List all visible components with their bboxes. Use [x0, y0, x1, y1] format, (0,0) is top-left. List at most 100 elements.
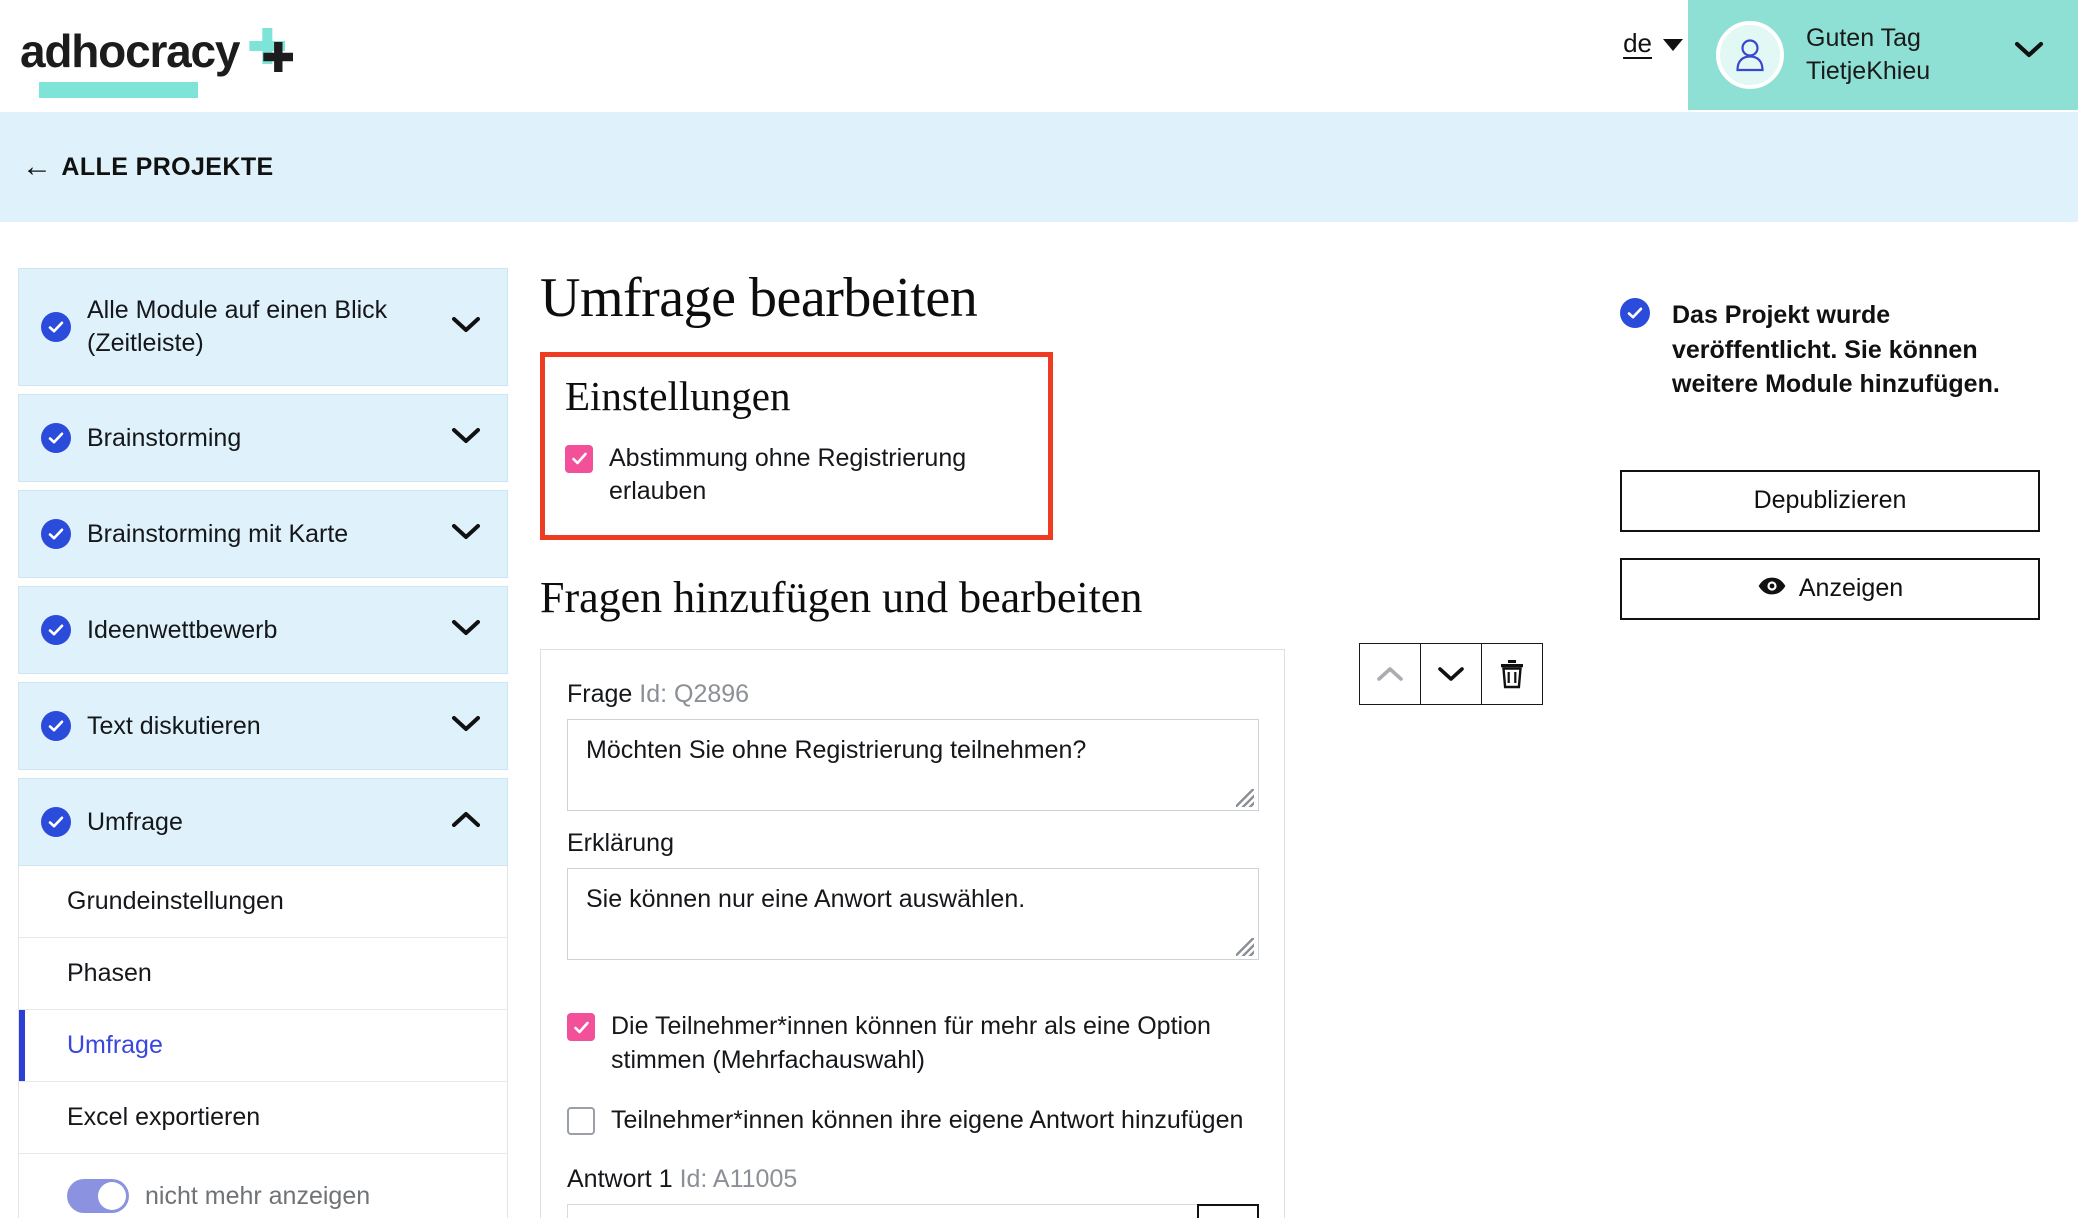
view-label: Anzeigen: [1798, 574, 1904, 602]
check-circle-icon: [1620, 298, 1650, 328]
sidebar-item-ideenwettbewerb[interactable]: Ideenwettbewerb: [18, 586, 508, 674]
sidebar-item-label: Alle Module auf einen Blick (Zeitleiste): [87, 296, 388, 357]
explanation-field-label: Erklärung: [567, 829, 1258, 858]
main-content: Umfrage bearbeiten Einstellungen Abstimm…: [540, 267, 1300, 1218]
answer1-label: Antwort 1: [567, 1165, 673, 1194]
chevron-down-icon: [1663, 39, 1683, 51]
sidebar-item-brainstorming[interactable]: Brainstorming: [18, 394, 508, 482]
sidebar-subitem-label: Umfrage: [67, 1031, 163, 1059]
chevron-down-icon: [1438, 667, 1464, 681]
hide-hint-label: nicht mehr anzeigen: [145, 1181, 371, 1210]
question-textarea[interactable]: Möchten Sie ohne Registrierung teilnehme…: [567, 719, 1259, 812]
sidebar-item-label: Text diskutieren: [87, 711, 261, 740]
move-question-down-button[interactable]: [1420, 643, 1482, 705]
user-name: TietjeKhieu: [1806, 57, 1931, 85]
answer1-input-row: [567, 1204, 1259, 1218]
sidebar-item-umfrage[interactable]: Umfrage: [18, 778, 508, 866]
back-to-all-projects-link[interactable]: ← ALLE PROJEKTE: [22, 152, 274, 182]
app-root: adhocracy de Guten Tag TietjeKhieu ← ALL…: [0, 0, 2078, 1218]
move-question-up-button[interactable]: [1359, 643, 1421, 705]
unpublish-button[interactable]: Depublizieren: [1620, 469, 2040, 532]
language-selector[interactable]: de: [1623, 28, 1683, 59]
explanation-text: Sie können nur eine Anwort auswählen.: [586, 885, 1026, 914]
multi-choice-row: Die Teilnehmer*innen können für mehr als…: [567, 1010, 1258, 1078]
question-card: Frage Id: Q2896 Möchten Sie ohne Registr…: [540, 649, 1285, 1218]
logo-text: adhocracy: [20, 25, 241, 77]
trash-icon: [1501, 660, 1523, 689]
sidebar-subitem-grundeinstellungen[interactable]: Grundeinstellungen: [19, 866, 507, 938]
own-answer-label: Teilnehmer*innen können ihre eigene Antw…: [611, 1105, 1244, 1134]
back-label: ALLE PROJEKTE: [61, 152, 274, 181]
delete-question-button[interactable]: [1481, 643, 1543, 705]
hide-hint-toggle-row: nicht mehr anzeigen: [19, 1154, 507, 1218]
settings-title: Einstellungen: [565, 372, 791, 419]
check-circle-icon: [41, 615, 71, 645]
breadcrumb: ← ALLE PROJEKTE: [0, 112, 2078, 222]
multi-choice-label: Die Teilnehmer*innen können für mehr als…: [611, 1012, 1211, 1074]
top-bar: adhocracy de Guten Tag TietjeKhieu: [0, 0, 2078, 112]
sidebar-item-label: Brainstorming mit Karte: [87, 519, 349, 548]
sidebar-subitem-umfrage[interactable]: Umfrage: [19, 1010, 507, 1082]
sidebar-subitem-excel-exportieren[interactable]: Excel exportieren: [19, 1082, 507, 1154]
chevron-down-icon[interactable]: [2014, 40, 2044, 65]
resize-handle-icon[interactable]: [1236, 938, 1254, 957]
check-circle-icon: [41, 312, 71, 342]
arrow-left-icon: ←: [22, 150, 53, 183]
check-circle-icon: [41, 711, 71, 741]
sidebar-item-alle-module[interactable]: Alle Module auf einen Blick (Zeitleiste): [18, 268, 508, 386]
answer1-action-button[interactable]: [1197, 1204, 1259, 1218]
person-icon: [1736, 39, 1764, 72]
right-panel: Das Projekt wurde veröffentlicht. Sie kö…: [1620, 298, 2040, 620]
answer1-input[interactable]: [567, 1204, 1198, 1218]
sidebar-subitem-label: Phasen: [67, 959, 152, 987]
allow-unregistered-label: Abstimmung ohne Registrierung erlauben: [609, 443, 967, 506]
answer1-field-label: Antwort 1 Id: A11005: [567, 1165, 1258, 1194]
sidebar-item-text-diskutieren[interactable]: Text diskutieren: [18, 682, 508, 770]
check-circle-icon: [41, 423, 71, 453]
sidebar-subitem-label: Grundeinstellungen: [67, 887, 284, 915]
chevron-down-icon: [451, 426, 481, 451]
chevron-down-icon: [451, 618, 481, 643]
eye-icon: [1757, 574, 1787, 603]
question-id: Id: Q2896: [639, 680, 750, 709]
allow-unregistered-checkbox[interactable]: [565, 444, 593, 473]
resize-handle-icon[interactable]: [1236, 789, 1254, 808]
sidebar-subnav: Grundeinstellungen Phasen Umfrage Excel …: [18, 866, 508, 1218]
language-label: de: [1623, 28, 1652, 58]
view-button[interactable]: Anzeigen: [1620, 557, 2040, 620]
plus-icon: [241, 24, 301, 84]
question-controls: [1359, 643, 1543, 705]
settings-section-highlight: Einstellungen Abstimmung ohne Registrier…: [540, 351, 1053, 541]
sidebar-subitem-phasen[interactable]: Phasen: [19, 938, 507, 1010]
publish-status-text: Das Projekt wurde veröffentlicht. Sie kö…: [1672, 301, 2000, 398]
answer1-id: Id: A11005: [679, 1165, 798, 1194]
explanation-textarea[interactable]: Sie können nur eine Anwort auswählen.: [567, 868, 1259, 961]
unpublish-label: Depublizieren: [1753, 486, 1907, 514]
user-menu[interactable]: Guten Tag TietjeKhieu: [1688, 0, 2078, 110]
avatar: [1716, 21, 1784, 89]
questions-title: Fragen hinzufügen und bearbeiten: [540, 573, 1143, 623]
logo[interactable]: adhocracy: [20, 25, 301, 98]
sidebar-item-brainstorming-mit-karte[interactable]: Brainstorming mit Karte: [18, 490, 508, 578]
sidebar-item-label: Brainstorming: [87, 423, 242, 452]
logo-highlight-bar: [39, 82, 198, 98]
hide-hint-toggle[interactable]: [67, 1179, 129, 1213]
multi-choice-checkbox[interactable]: [567, 1013, 595, 1042]
question-text: Möchten Sie ohne Registrierung teilnehme…: [586, 736, 1087, 765]
sidebar-item-label: Umfrage: [87, 807, 183, 836]
chevron-up-icon: [451, 810, 481, 835]
chevron-down-icon: [451, 714, 481, 739]
page-title: Umfrage bearbeiten: [540, 267, 978, 329]
sidebar-item-label: Ideenwettbewerb: [87, 615, 278, 644]
publish-status: Das Projekt wurde veröffentlicht. Sie kö…: [1620, 298, 2040, 402]
chevron-down-icon: [451, 522, 481, 547]
own-answer-checkbox[interactable]: [567, 1106, 595, 1135]
question-label: Frage: [567, 680, 633, 709]
chevron-down-icon: [451, 315, 481, 340]
own-answer-row: Teilnehmer*innen können ihre eigene Antw…: [567, 1104, 1258, 1138]
check-circle-icon: [41, 807, 71, 837]
sidebar-subitem-label: Excel exportieren: [67, 1103, 261, 1131]
sidebar: Alle Module auf einen Blick (Zeitleiste)…: [18, 268, 508, 1218]
user-greeting: Guten Tag: [1806, 23, 1921, 52]
check-circle-icon: [41, 519, 71, 549]
